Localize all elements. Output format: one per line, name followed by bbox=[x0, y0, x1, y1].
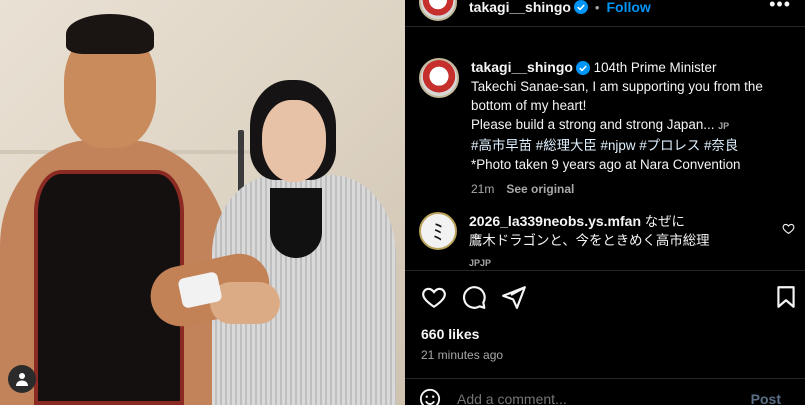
separator-dot: • bbox=[594, 0, 600, 15]
emoji-icon[interactable] bbox=[419, 388, 441, 405]
author-username[interactable]: takagi__shingo bbox=[469, 0, 571, 15]
verified-badge-icon bbox=[575, 61, 590, 76]
caption-time[interactable]: 21m bbox=[471, 182, 494, 196]
actions-divider bbox=[405, 270, 805, 271]
post-timestamp[interactable]: 21 minutes ago bbox=[421, 348, 503, 362]
post-panel: takagi__shingo • Follow ••• takagi__shin… bbox=[405, 0, 805, 405]
commenter-avatar[interactable]: ﾐ bbox=[419, 212, 457, 250]
commenter-avatar-glyph: ﾐ bbox=[432, 220, 444, 245]
caption-username[interactable]: takagi__shingo bbox=[471, 59, 573, 75]
handshake bbox=[210, 282, 280, 324]
hashtag-link[interactable]: #総理大臣 bbox=[536, 138, 597, 153]
user-tag-icon bbox=[16, 373, 28, 386]
caption-hashtags: #高市早苗 #総理大臣 #njpw #プロレス #奈良 bbox=[471, 136, 763, 155]
comment-like-icon[interactable] bbox=[782, 222, 795, 235]
comment-item: ﾐ 2026_la339neobs.ys.mfan なぜに 鷹木ドラゴンと、今を… bbox=[419, 212, 799, 273]
comment-text-2: 鷹木ドラゴンと、今をときめく高市総理 bbox=[469, 233, 710, 248]
caption-line-3: bottom of my heart! bbox=[471, 98, 587, 113]
header-divider bbox=[405, 26, 805, 27]
commenter-username[interactable]: 2026_la339neobs.ys.mfan bbox=[469, 213, 641, 229]
hashtag-link[interactable]: #njpw bbox=[601, 138, 636, 153]
caption-line-4: Please build a strong and strong Japan..… bbox=[471, 117, 715, 132]
user-tag-button[interactable] bbox=[8, 365, 36, 393]
likes-count[interactable]: 660 likes bbox=[421, 326, 479, 342]
heart-icon[interactable] bbox=[421, 284, 447, 310]
caption-line-6: *Photo taken 9 years ago at Nara Convent… bbox=[471, 157, 741, 172]
post-header: takagi__shingo • Follow ••• bbox=[405, 0, 805, 26]
post-comment-button[interactable]: Post bbox=[751, 391, 781, 405]
post-photo[interactable] bbox=[0, 0, 405, 405]
caption-line-2: Takechi Sanae-san, I am supporting you f… bbox=[471, 79, 763, 94]
comment-box-divider bbox=[405, 378, 805, 379]
caption-language-badge: JP bbox=[718, 121, 730, 131]
author-avatar[interactable] bbox=[419, 0, 457, 21]
post-actions bbox=[419, 284, 795, 312]
bookmark-icon[interactable] bbox=[773, 284, 799, 310]
comment-input[interactable] bbox=[457, 391, 751, 405]
post-caption: takagi__shingo 104th Prime Minister Take… bbox=[419, 58, 799, 199]
more-options-button[interactable]: ••• bbox=[769, 0, 791, 15]
share-icon[interactable] bbox=[501, 284, 527, 310]
follow-button[interactable]: Follow bbox=[606, 0, 650, 15]
caption-line-1: 104th Prime Minister bbox=[589, 60, 717, 75]
man-hair bbox=[66, 14, 154, 54]
woman-face bbox=[262, 100, 326, 182]
comment-text-1: なぜに bbox=[641, 214, 685, 229]
add-comment-bar: Post bbox=[405, 384, 805, 405]
hashtag-link[interactable]: #プロレス bbox=[639, 138, 700, 153]
caption-avatar[interactable] bbox=[419, 58, 459, 98]
woman-shirt bbox=[270, 188, 322, 258]
comment-icon[interactable] bbox=[461, 284, 487, 310]
hashtag-link[interactable]: #奈良 bbox=[704, 138, 738, 153]
hashtag-link[interactable]: #高市早苗 bbox=[471, 138, 532, 153]
see-original-link[interactable]: See original bbox=[506, 182, 574, 196]
verified-badge-icon bbox=[573, 0, 588, 14]
